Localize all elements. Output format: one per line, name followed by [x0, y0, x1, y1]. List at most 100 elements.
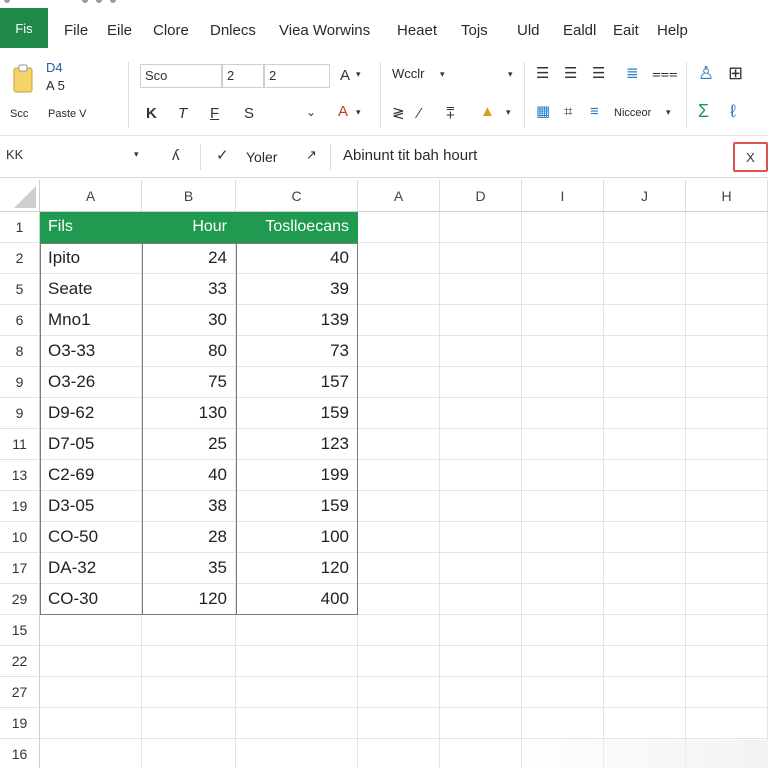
table-cell[interactable]: 199: [236, 460, 358, 491]
font-size-select[interactable]: 2: [264, 64, 330, 88]
format-icon[interactable]: ≡: [590, 104, 599, 119]
empty-cell[interactable]: [604, 522, 686, 553]
empty-cell[interactable]: [358, 646, 440, 677]
menu-item-clore[interactable]: Clore: [153, 22, 189, 39]
empty-cell[interactable]: [358, 398, 440, 429]
empty-cell[interactable]: [440, 367, 522, 398]
table-cell[interactable]: 39: [236, 274, 358, 305]
empty-cell[interactable]: [686, 305, 768, 336]
table-cell[interactable]: 120: [236, 553, 358, 584]
empty-cell[interactable]: [604, 460, 686, 491]
empty-cell[interactable]: [440, 460, 522, 491]
empty-cell[interactable]: [686, 212, 768, 243]
table-cell[interactable]: [40, 615, 142, 646]
empty-cell[interactable]: [440, 584, 522, 615]
table-cell[interactable]: 30: [142, 305, 236, 336]
empty-cell[interactable]: [440, 274, 522, 305]
empty-cell[interactable]: [358, 367, 440, 398]
window-control-icon[interactable]: [110, 0, 116, 3]
window-control-icon[interactable]: [4, 0, 10, 3]
table-cell[interactable]: O3-26: [40, 367, 142, 398]
table-cell[interactable]: [236, 739, 358, 768]
table-cell[interactable]: [142, 646, 236, 677]
window-control-icon[interactable]: [96, 0, 102, 3]
empty-cell[interactable]: [522, 212, 604, 243]
empty-cell[interactable]: [604, 243, 686, 274]
table-cell[interactable]: [40, 708, 142, 739]
menu-item-tools[interactable]: Tojs: [461, 22, 488, 39]
table-cell[interactable]: 159: [236, 491, 358, 522]
name-box[interactable]: KK: [6, 147, 23, 162]
empty-cell[interactable]: [686, 274, 768, 305]
empty-cell[interactable]: [604, 584, 686, 615]
font-color-icon[interactable]: A: [338, 104, 348, 119]
empty-cell[interactable]: [440, 212, 522, 243]
table-header-cell[interactable]: Toslloecans: [236, 212, 358, 243]
table-cell[interactable]: 28: [142, 522, 236, 553]
file-tab[interactable]: Fis: [0, 8, 48, 48]
empty-cell[interactable]: [604, 553, 686, 584]
row-header[interactable]: 11: [0, 429, 40, 460]
bold-button[interactable]: K: [146, 106, 157, 121]
table-cell[interactable]: 40: [236, 243, 358, 274]
menu-item-view-windows[interactable]: Viea Worwins: [279, 22, 370, 39]
table-cell[interactable]: 100: [236, 522, 358, 553]
empty-cell[interactable]: [686, 646, 768, 677]
empty-cell[interactable]: [686, 584, 768, 615]
table-cell[interactable]: 123: [236, 429, 358, 460]
select-all-corner[interactable]: [0, 180, 40, 212]
row-header[interactable]: 19: [0, 491, 40, 522]
empty-cell[interactable]: [686, 522, 768, 553]
empty-cell[interactable]: [686, 708, 768, 739]
empty-cell[interactable]: [686, 336, 768, 367]
row-header[interactable]: 17: [0, 553, 40, 584]
row-header[interactable]: 6: [0, 305, 40, 336]
indent-icon[interactable]: ≷: [392, 106, 405, 121]
table-cell[interactable]: 80: [142, 336, 236, 367]
clipboard-label[interactable]: A 5: [46, 78, 65, 93]
empty-cell[interactable]: [686, 398, 768, 429]
empty-cell[interactable]: [358, 677, 440, 708]
empty-cell[interactable]: [358, 584, 440, 615]
table-cell[interactable]: 130: [142, 398, 236, 429]
empty-cell[interactable]: [440, 739, 522, 768]
table-cell[interactable]: 25: [142, 429, 236, 460]
empty-cell[interactable]: [440, 243, 522, 274]
insert-icon[interactable]: Ʃ: [698, 102, 709, 120]
font-size-input[interactable]: 2: [222, 64, 264, 88]
table-cell[interactable]: [142, 708, 236, 739]
table-cell[interactable]: 35: [142, 553, 236, 584]
table-cell[interactable]: 33: [142, 274, 236, 305]
column-header[interactable]: H: [686, 180, 768, 212]
insert-function-icon[interactable]: ↗: [306, 148, 317, 161]
chevron-down-icon[interactable]: ▾: [356, 70, 361, 79]
merge-button[interactable]: Nicceor: [614, 107, 651, 119]
sort-icon[interactable]: ♙: [698, 64, 714, 82]
column-header[interactable]: A: [358, 180, 440, 212]
table-cell[interactable]: [142, 615, 236, 646]
empty-cell[interactable]: [358, 615, 440, 646]
table-cell[interactable]: D7-05: [40, 429, 142, 460]
table-cell[interactable]: 38: [142, 491, 236, 522]
align-center-icon[interactable]: ☰: [564, 66, 577, 81]
empty-cell[interactable]: [522, 429, 604, 460]
clipboard-label[interactable]: Scc: [10, 108, 28, 120]
menu-item-file[interactable]: File: [64, 22, 88, 39]
chevron-down-icon[interactable]: ▾: [508, 70, 513, 79]
table-cell[interactable]: D9-62: [40, 398, 142, 429]
table-icon[interactable]: ▦: [536, 104, 550, 119]
table-cell[interactable]: [236, 646, 358, 677]
menu-item-uld[interactable]: Uld: [517, 22, 540, 39]
row-header[interactable]: 22: [0, 646, 40, 677]
empty-cell[interactable]: [358, 212, 440, 243]
empty-cell[interactable]: [440, 429, 522, 460]
empty-cell[interactable]: [522, 274, 604, 305]
empty-cell[interactable]: [358, 274, 440, 305]
row-header[interactable]: 13: [0, 460, 40, 491]
align-left-icon[interactable]: ☰: [536, 66, 549, 81]
align-right-icon[interactable]: ☰: [592, 66, 605, 81]
row-header[interactable]: 16: [0, 739, 40, 768]
menu-item-eait[interactable]: Eait: [613, 22, 639, 39]
empty-cell[interactable]: [604, 429, 686, 460]
chevron-down-icon[interactable]: ▾: [440, 70, 445, 79]
